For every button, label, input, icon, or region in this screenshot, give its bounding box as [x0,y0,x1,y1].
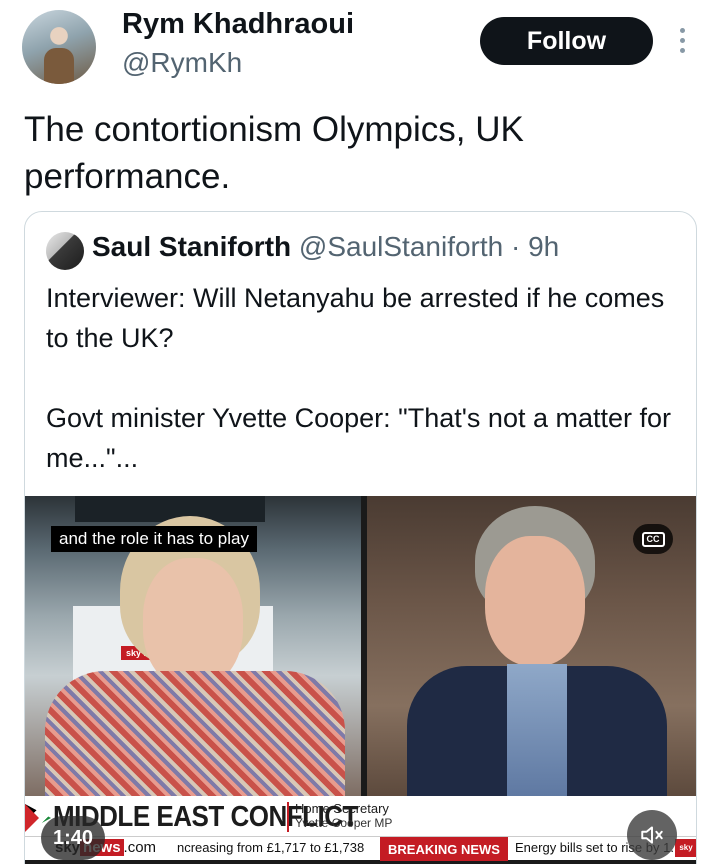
minister-scarf [507,664,567,796]
author-avatar[interactable] [22,10,96,84]
header-separator: · [503,231,529,262]
lower-third-role: Home Secretary [295,801,389,816]
minister-face [485,536,585,666]
speaker-muted-icon[interactable] [627,810,677,860]
mute-glyph [641,826,663,844]
interviewer-face [143,558,243,688]
quoted-author-avatar[interactable] [46,232,84,270]
more-options-icon[interactable] [672,20,692,60]
news-ticker: skynews.com ncreasing from £1,717 to £1,… [25,836,696,861]
cc-label: CC [641,531,665,547]
author-handle[interactable]: @RymKh [122,47,242,79]
quoted-tweet-header: Saul Staniforth @SaulStaniforth · 9h [92,231,559,263]
quoted-tweet-text: Interviewer: Will Netanyahu be arrested … [46,283,672,473]
sky-mini-logo: sky [675,839,696,857]
video-caption: and the role it has to play [51,526,257,552]
closed-captions-icon[interactable]: CC [633,524,673,554]
brand-dotcom: .com [123,839,157,856]
interviewer-blouse [45,671,345,796]
lower-third: MIDDLE EAST CONFLICT Home Secretary Yvet… [25,796,696,836]
ticker-item: ncreasing from £1,717 to £1,738 [177,840,365,855]
author-name[interactable]: Rym Khadhraoui [122,8,354,41]
follow-button[interactable]: Follow [480,17,653,65]
video-time-badge: 1:40 [41,816,105,860]
breaking-news-label: BREAKING NEWS [380,837,508,861]
quoted-author-name[interactable]: Saul Staniforth [92,231,291,262]
quoted-timestamp[interactable]: 9h [528,231,559,262]
quoted-author-handle[interactable]: @SaulStaniforth [299,231,503,262]
video-player[interactable]: sky news and the role it has to play CC … [25,496,696,864]
tweet-text: The contortionism Olympics, UK performan… [24,110,524,196]
lower-third-divider [287,802,289,832]
lower-third-name: Yvette Cooper MP [295,816,393,830]
quoted-tweet[interactable]: Saul Staniforth @SaulStaniforth · 9h Int… [24,211,697,864]
